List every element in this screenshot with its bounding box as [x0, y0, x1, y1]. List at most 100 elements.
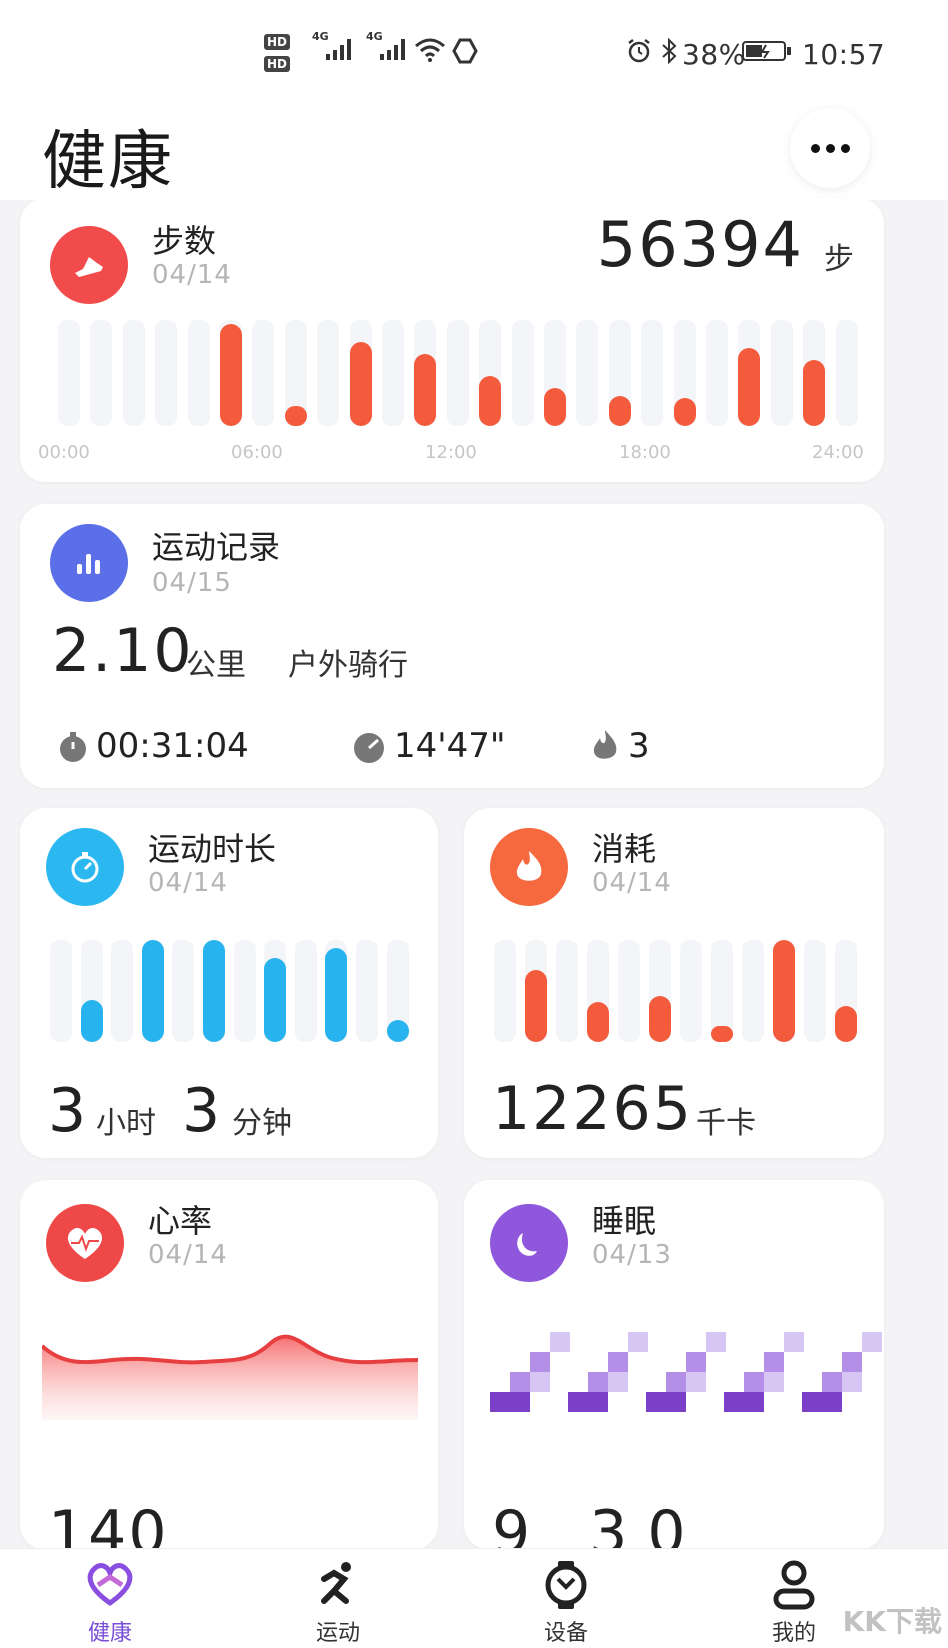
bottom-nav: 健康 运动 设备 我的 — [0, 1548, 948, 1648]
bar — [773, 940, 795, 1042]
duration-hours-unit: 小时 — [96, 1106, 156, 1141]
bar — [479, 376, 502, 426]
bar — [803, 360, 826, 426]
workout-record-card[interactable]: 运动记录 04/15 2.10 公里 户外骑行 00:31:04 14'47" … — [20, 504, 884, 788]
tick-label: 24:00 — [812, 442, 864, 463]
sleep-card[interactable]: 睡眠 04/13 9 30 — [464, 1180, 884, 1550]
heart-rate-line-chart — [42, 1334, 418, 1420]
card-date: 04/13 — [592, 1240, 672, 1270]
nav-label: 设备 — [543, 1621, 588, 1646]
card-date: 04/14 — [148, 1240, 228, 1270]
nav-item-health[interactable]: 健康 — [50, 1549, 170, 1648]
signal-icon-2: 4G — [366, 30, 405, 60]
bar-track — [742, 940, 764, 1042]
bar — [414, 354, 437, 426]
bar — [738, 348, 761, 426]
bar — [525, 970, 547, 1042]
nfc-icon — [452, 38, 478, 64]
sleep-stage-block — [608, 1372, 628, 1392]
card-title: 步数 — [152, 222, 217, 260]
bar-track — [356, 940, 378, 1042]
hd-badge-1: HD — [264, 34, 291, 50]
bar — [673, 398, 696, 426]
bar-track — [556, 940, 578, 1042]
bar-track — [58, 320, 80, 426]
runner-icon — [321, 1562, 351, 1604]
card-date: 04/14 — [152, 260, 232, 290]
page-title: 健康 — [42, 125, 174, 199]
more-button[interactable] — [790, 108, 870, 188]
sleep-stage-block — [628, 1332, 648, 1352]
bar-track — [172, 940, 195, 1042]
duration-minutes-unit: 分钟 — [232, 1106, 292, 1141]
card-title: 睡眠 — [592, 1202, 657, 1240]
sleep-stage-block — [550, 1332, 570, 1352]
heart-rate-value: 140 — [48, 1498, 169, 1550]
tick-label: 12:00 — [425, 442, 477, 463]
nav-label: 我的 — [771, 1621, 816, 1646]
sleep-stage-block — [490, 1392, 510, 1412]
steps-value: 56394 — [596, 208, 804, 281]
nav-label: 运动 — [315, 1621, 360, 1646]
sleep-stage-block — [764, 1372, 784, 1392]
sleep-stage-block — [530, 1372, 550, 1392]
sleep-stage-block — [646, 1392, 666, 1412]
bar-track — [835, 320, 858, 426]
sleep-stage-block — [724, 1392, 744, 1412]
sleep-stage-block — [862, 1332, 882, 1352]
tick-label: 00:00 — [38, 442, 90, 463]
bar — [649, 996, 671, 1042]
bar-track — [122, 320, 145, 426]
wifi-icon — [415, 38, 445, 62]
sleep-stage-block — [510, 1372, 530, 1392]
bar-track — [233, 940, 256, 1042]
distance-unit: 公里 — [186, 648, 246, 683]
bar-track — [680, 940, 702, 1042]
bar-track — [618, 940, 640, 1042]
bar — [264, 958, 287, 1042]
bar-track — [317, 320, 340, 426]
hd-badge-2: HD — [264, 56, 291, 72]
person-icon — [773, 1560, 815, 1610]
bar — [220, 324, 242, 426]
more-dot-icon — [825, 143, 835, 153]
sleep-stage-block — [784, 1332, 804, 1352]
activity-type: 户外骑行 — [288, 648, 408, 683]
card-title: 消耗 — [592, 830, 657, 868]
bar — [386, 1020, 409, 1042]
sleep-value: 9 30 — [492, 1498, 706, 1550]
bar — [544, 388, 566, 426]
steps-card[interactable]: 步数 04/14 56394 步 00:00 06:00 12:00 18:00… — [20, 198, 884, 482]
bar-track — [294, 940, 317, 1042]
bar-track — [252, 320, 275, 426]
bar — [349, 342, 372, 426]
bar — [141, 940, 164, 1042]
nav-item-me[interactable]: 我的 — [734, 1549, 854, 1648]
bar — [608, 396, 631, 426]
exercise-duration-card[interactable]: 运动时长 04/14 3 小时 3 分钟 — [20, 808, 438, 1158]
steps-unit: 步 — [824, 242, 854, 277]
sleep-stage-block — [744, 1392, 764, 1412]
bar-track — [804, 940, 826, 1042]
nav-item-devices[interactable]: 设备 — [506, 1549, 626, 1648]
sleep-stage-block — [666, 1392, 686, 1412]
more-dot-icon — [810, 143, 820, 153]
status-bar: HD HD 4G 4G 38% 10:57 — [0, 0, 948, 100]
bar-track — [90, 320, 113, 426]
calorie-value: 12265 — [492, 1074, 693, 1144]
distance-value: 2.10 — [52, 616, 194, 686]
bar-track — [111, 940, 134, 1042]
sleep-stage-block — [802, 1392, 822, 1412]
workout-duration: 00:31:04 — [96, 726, 249, 766]
nav-item-exercise[interactable]: 运动 — [278, 1549, 398, 1648]
bar-track — [382, 320, 404, 426]
page-header: 健康 — [0, 100, 948, 200]
moon-icon — [490, 1204, 568, 1282]
sleep-stage-block — [588, 1392, 608, 1412]
bar — [835, 1006, 857, 1042]
card-title: 运动记录 — [152, 528, 281, 566]
heart-rate-card[interactable]: 心率 04/14 140 — [20, 1180, 438, 1550]
sleep-stage-block — [510, 1392, 530, 1412]
calorie-card[interactable]: 消耗 04/14 12265 千卡 — [464, 808, 884, 1158]
sleep-stage-block — [588, 1372, 608, 1392]
